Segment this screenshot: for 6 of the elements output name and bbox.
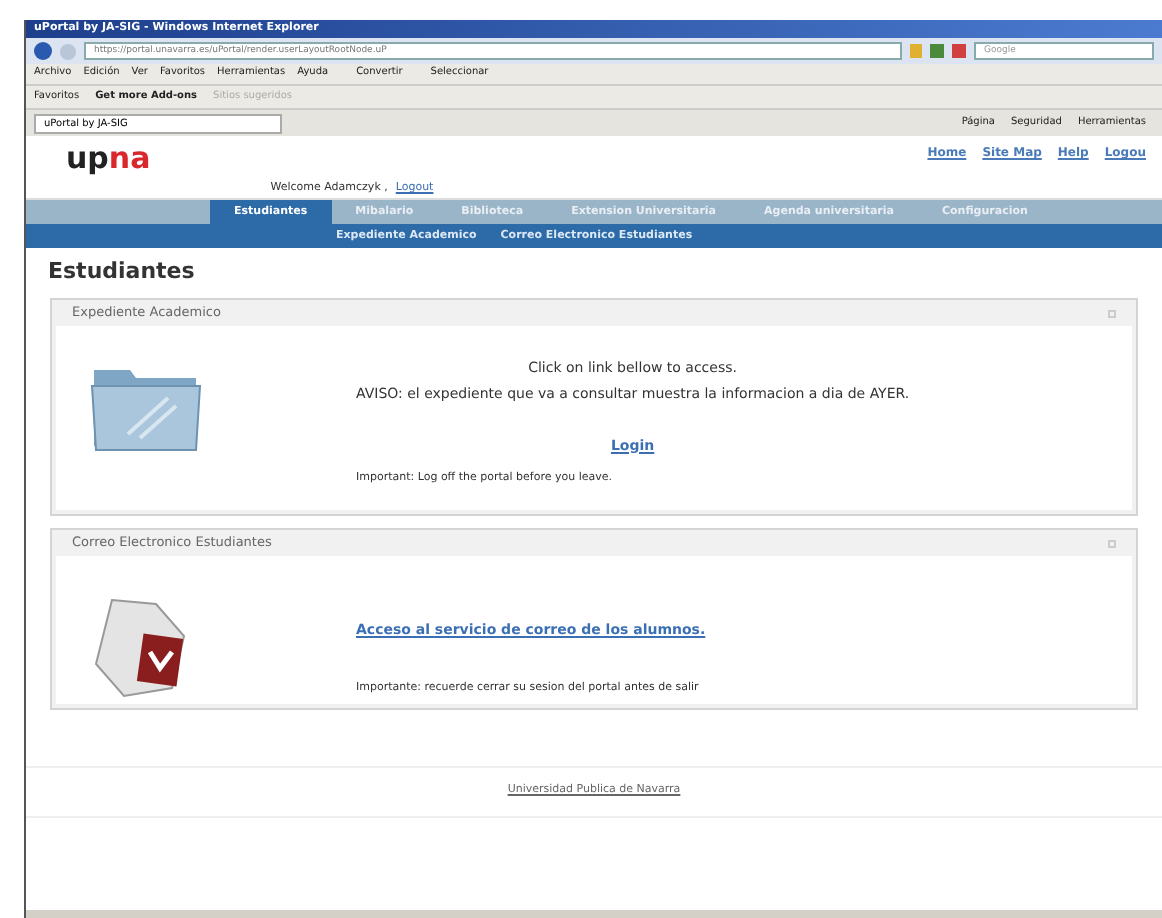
- back-icon[interactable]: [34, 42, 52, 60]
- logo: upna: [64, 144, 151, 180]
- forward-icon[interactable]: [60, 43, 76, 59]
- maximize-icon[interactable]: [1108, 310, 1116, 318]
- page-title: Estudiantes: [46, 256, 197, 288]
- maximize-icon[interactable]: [1108, 540, 1116, 548]
